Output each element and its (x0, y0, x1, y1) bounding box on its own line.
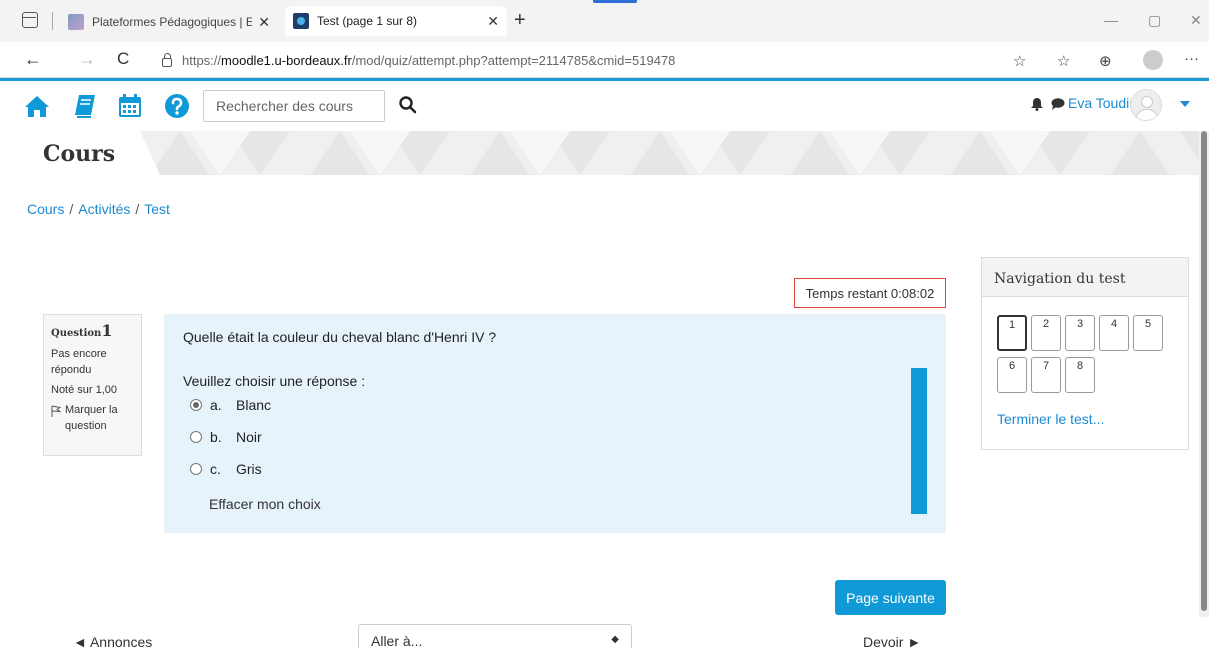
answer-option-c[interactable]: c. Gris (190, 461, 262, 477)
minimize-icon[interactable]: — (1104, 12, 1118, 28)
answer-text: Blanc (236, 397, 272, 413)
flag-icon (51, 405, 61, 417)
quiz-nav-question-2[interactable]: 2 (1031, 315, 1061, 351)
finish-attempt-link[interactable]: Terminer le test... (997, 411, 1104, 427)
previous-activity-link[interactable]: ◄ Annonces (73, 634, 152, 648)
question-number: 1 (101, 321, 113, 340)
jump-to-selected-value: Aller à... (371, 633, 423, 648)
home-icon[interactable] (24, 93, 50, 119)
answer-text: Gris (236, 461, 262, 477)
messages-icon[interactable] (1051, 97, 1065, 111)
quiz-nav-question-8[interactable]: 8 (1065, 357, 1095, 393)
address-bar-row: ← → C https://moodle1.u-bordeaux.fr/mod/… (0, 42, 1209, 78)
browser-tab-strip: Plateformes Pédagogiques | ENT ✕ Test (p… (0, 0, 1209, 42)
flag-question-label: Marquer la question (65, 404, 118, 432)
tab-separator (52, 12, 53, 30)
breadcrumb: Cours / Activités / Test (27, 201, 170, 217)
restore-icon[interactable]: ▢ (1148, 12, 1161, 29)
answer-option-b[interactable]: b. Noir (190, 429, 262, 445)
page-header-band (0, 131, 1209, 175)
quiz-nav-question-7[interactable]: 7 (1031, 357, 1061, 393)
breadcrumb-separator: / (69, 201, 74, 217)
page-scrollbar-thumb[interactable] (1201, 131, 1207, 611)
answer-text: Noir (236, 429, 262, 445)
browser-profile-icon[interactable] (1143, 50, 1163, 70)
tab-actions-icon[interactable] (22, 12, 38, 28)
help-icon[interactable] (164, 93, 190, 119)
bell-icon[interactable] (1030, 97, 1044, 111)
quiz-nav-question-6[interactable]: 6 (997, 357, 1027, 393)
breadcrumb-item-cours[interactable]: Cours (27, 201, 64, 217)
back-button[interactable]: ← (24, 50, 42, 68)
quiz-navigation-title: Navigation du test (982, 258, 1188, 297)
answer-scrollbar[interactable] (911, 368, 927, 514)
moodle-favicon-icon (293, 13, 309, 29)
active-indicator (593, 0, 637, 3)
radio-button[interactable] (190, 431, 202, 443)
ent-favicon-icon (68, 14, 84, 30)
jump-to-select[interactable]: Aller à... ◆ (358, 624, 632, 648)
breadcrumb-item-activites[interactable]: Activités (78, 201, 130, 217)
url-field[interactable]: https://moodle1.u-bordeaux.fr/mod/quiz/a… (152, 47, 988, 73)
flag-question-link[interactable]: Marquer la question (51, 402, 134, 434)
tab-close-icon[interactable]: ✕ (487, 13, 499, 30)
breadcrumb-item-test[interactable]: Test (144, 201, 170, 217)
page-title: Cours (43, 141, 116, 167)
search-icon[interactable] (398, 95, 418, 115)
browser-tab-ent[interactable]: Plateformes Pédagogiques | ENT ✕ (60, 8, 278, 36)
course-search-input[interactable] (203, 90, 385, 122)
tab-title: Test (page 1 sur 8) (317, 14, 418, 28)
moodle-navbar: Eva Toudire (0, 81, 1209, 131)
header-triangle-pattern (150, 131, 1209, 175)
question-text: Quelle était la couleur du cheval blanc … (183, 329, 497, 345)
question-label: Question (51, 328, 102, 339)
avatar[interactable] (1130, 89, 1162, 121)
time-remaining: Temps restant 0:08:02 (794, 278, 946, 308)
book-icon[interactable] (72, 93, 98, 119)
refresh-button[interactable]: C (117, 50, 129, 68)
lock-icon[interactable] (162, 52, 172, 67)
answer-option-a[interactable]: a. Blanc (190, 397, 271, 413)
question-info-box: Question1 Pas encore répondu Noté sur 1,… (43, 314, 142, 456)
tab-title: Plateformes Pédagogiques | ENT (92, 15, 253, 29)
breadcrumb-separator: / (135, 201, 140, 217)
collections-icon[interactable]: ⊕ (1099, 52, 1112, 70)
radio-button-checked[interactable] (190, 399, 202, 411)
next-page-button[interactable]: Page suivante (835, 580, 946, 615)
quiz-nav-question-1[interactable]: 1 (997, 315, 1027, 351)
answer-letter: b. (210, 429, 222, 445)
favorite-star-icon[interactable]: ☆ (1013, 52, 1026, 70)
quiz-nav-question-3[interactable]: 3 (1065, 315, 1095, 351)
next-activity-link[interactable]: Devoir ► (863, 634, 921, 648)
close-window-icon[interactable]: ✕ (1190, 12, 1202, 29)
page-title-tab: Cours (0, 131, 160, 175)
radio-button[interactable] (190, 463, 202, 475)
clear-choice-link[interactable]: Effacer mon choix (209, 496, 321, 512)
quiz-nav-question-4[interactable]: 4 (1099, 315, 1129, 351)
favorites-list-icon[interactable]: ☆ (1057, 52, 1070, 70)
question-status: Pas encore répondu (51, 348, 107, 376)
answer-letter: c. (210, 461, 221, 477)
forward-button[interactable]: → (78, 50, 96, 68)
question-grade: Noté sur 1,00 (51, 384, 118, 396)
quiz-nav-question-5[interactable]: 5 (1133, 315, 1163, 351)
user-menu-caret-icon[interactable] (1180, 101, 1190, 107)
browser-tab-test[interactable]: Test (page 1 sur 8) ✕ (285, 6, 507, 36)
select-caret-icon: ◆ (611, 634, 619, 645)
more-menu-icon[interactable]: ··· (1184, 50, 1199, 67)
tab-close-icon[interactable]: ✕ (258, 14, 270, 31)
new-tab-button[interactable]: + (514, 10, 526, 30)
quiz-navigation-block: Navigation du test 1 2 3 4 5 6 7 8 Termi… (981, 257, 1189, 450)
url-text: https://moodle1.u-bordeaux.fr/mod/quiz/a… (182, 52, 676, 68)
question-content: Quelle était la couleur du cheval blanc … (164, 314, 946, 533)
answer-prompt: Veuillez choisir une réponse : (183, 373, 366, 389)
answer-letter: a. (210, 397, 222, 413)
calendar-icon[interactable] (117, 93, 143, 119)
